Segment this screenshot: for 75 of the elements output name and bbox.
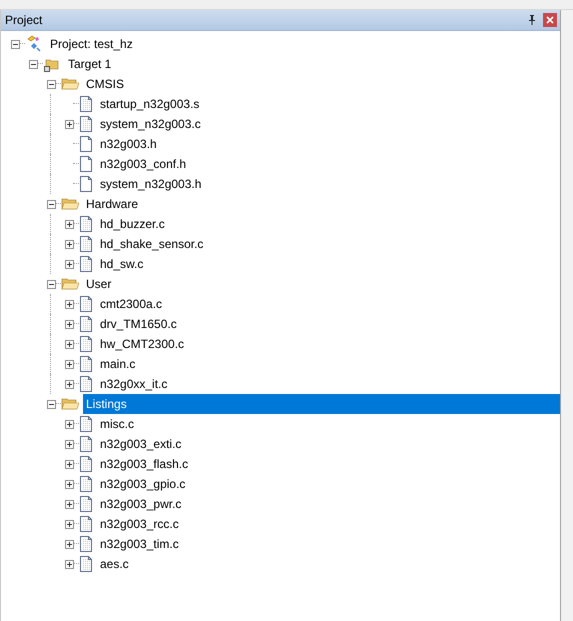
source-file-icon: [79, 475, 93, 493]
source-file-icon: [79, 255, 93, 273]
tree-item[interactable]: n32g003_conf.h: [97, 154, 190, 174]
source-file-icon: [79, 455, 93, 473]
source-file-icon: [79, 435, 93, 453]
tree-item[interactable]: Hardware: [83, 194, 142, 214]
expand-button[interactable]: [64, 380, 74, 388]
source-file-icon: [79, 215, 93, 233]
tree-item[interactable]: User: [83, 274, 114, 294]
source-file-icon: [79, 315, 93, 333]
source-file-icon: [79, 335, 93, 353]
source-file-icon: [79, 375, 93, 393]
source-file-icon: [79, 115, 93, 133]
collapse-button[interactable]: [46, 200, 56, 208]
tree-item[interactable]: n32g003_exti.c: [97, 434, 184, 454]
tree-item[interactable]: hd_buzzer.c: [97, 214, 168, 234]
expand-button[interactable]: [64, 520, 74, 528]
source-file-icon: [79, 495, 93, 513]
tree-item[interactable]: n32g0xx_it.c: [97, 374, 170, 394]
tree-item[interactable]: Listings: [83, 394, 560, 414]
tree-item[interactable]: system_n32g003.h: [97, 174, 204, 194]
source-file-icon: [79, 235, 93, 253]
expand-button[interactable]: [64, 460, 74, 468]
expand-button[interactable]: [64, 480, 74, 488]
expand-button[interactable]: [64, 320, 74, 328]
collapse-button[interactable]: [28, 60, 38, 68]
tree-item[interactable]: CMSIS: [83, 74, 128, 94]
tree-item[interactable]: drv_TM1650.c: [97, 314, 180, 334]
tree-item[interactable]: n32g003_flash.c: [97, 454, 192, 474]
collapse-button[interactable]: [46, 280, 56, 288]
close-button[interactable]: [543, 13, 557, 27]
expand-button[interactable]: [64, 300, 74, 308]
expand-button[interactable]: [64, 360, 74, 368]
file-icon: [79, 155, 93, 173]
source-file-icon: [79, 295, 93, 313]
tree-item[interactable]: n32g003_rcc.c: [97, 514, 182, 534]
expand-button[interactable]: [64, 420, 74, 428]
expand-button[interactable]: [64, 540, 74, 548]
tree-item[interactable]: hw_CMT2300.c: [97, 334, 188, 354]
source-file-icon: [79, 95, 93, 113]
pin-icon[interactable]: [528, 15, 536, 25]
collapse-button[interactable]: [46, 80, 56, 88]
expand-button[interactable]: [64, 120, 74, 128]
tree-item[interactable]: startup_n32g003.s: [97, 94, 202, 114]
panel-title: Project: [5, 13, 44, 27]
tree-item[interactable]: n32g003_pwr.c: [97, 494, 184, 514]
tree-item[interactable]: misc.c: [97, 414, 137, 434]
tree-item[interactable]: cmt2300a.c: [97, 294, 166, 314]
tree-item[interactable]: n32g003_gpio.c: [97, 474, 188, 494]
expand-button[interactable]: [64, 560, 74, 568]
source-file-icon: [79, 515, 93, 533]
tree-item[interactable]: Project: test_hz: [47, 34, 136, 54]
tree-item[interactable]: n32g003.h: [97, 134, 160, 154]
source-file-icon: [79, 535, 93, 553]
tree-item[interactable]: hd_shake_sensor.c: [97, 234, 206, 254]
expand-button[interactable]: [64, 500, 74, 508]
tree-item[interactable]: hd_sw.c: [97, 254, 146, 274]
expand-button[interactable]: [64, 220, 74, 228]
source-file-icon: [79, 355, 93, 373]
tree-item[interactable]: Target 1: [65, 54, 114, 74]
file-icon: [79, 135, 93, 153]
tree-item[interactable]: main.c: [97, 354, 138, 374]
expand-button[interactable]: [64, 240, 74, 248]
collapse-button[interactable]: [46, 400, 56, 408]
file-icon: [79, 175, 93, 193]
expand-button[interactable]: [64, 260, 74, 268]
source-file-icon: [79, 415, 93, 433]
tree-item[interactable]: system_n32g003.c: [97, 114, 204, 134]
tree-item[interactable]: n32g003_tim.c: [97, 534, 182, 554]
tree-item[interactable]: aes.c: [97, 554, 132, 574]
source-file-icon: [79, 555, 93, 573]
project-icon: [25, 35, 43, 53]
expand-button[interactable]: [64, 440, 74, 448]
collapse-button[interactable]: [10, 40, 20, 48]
expand-button[interactable]: [64, 340, 74, 348]
